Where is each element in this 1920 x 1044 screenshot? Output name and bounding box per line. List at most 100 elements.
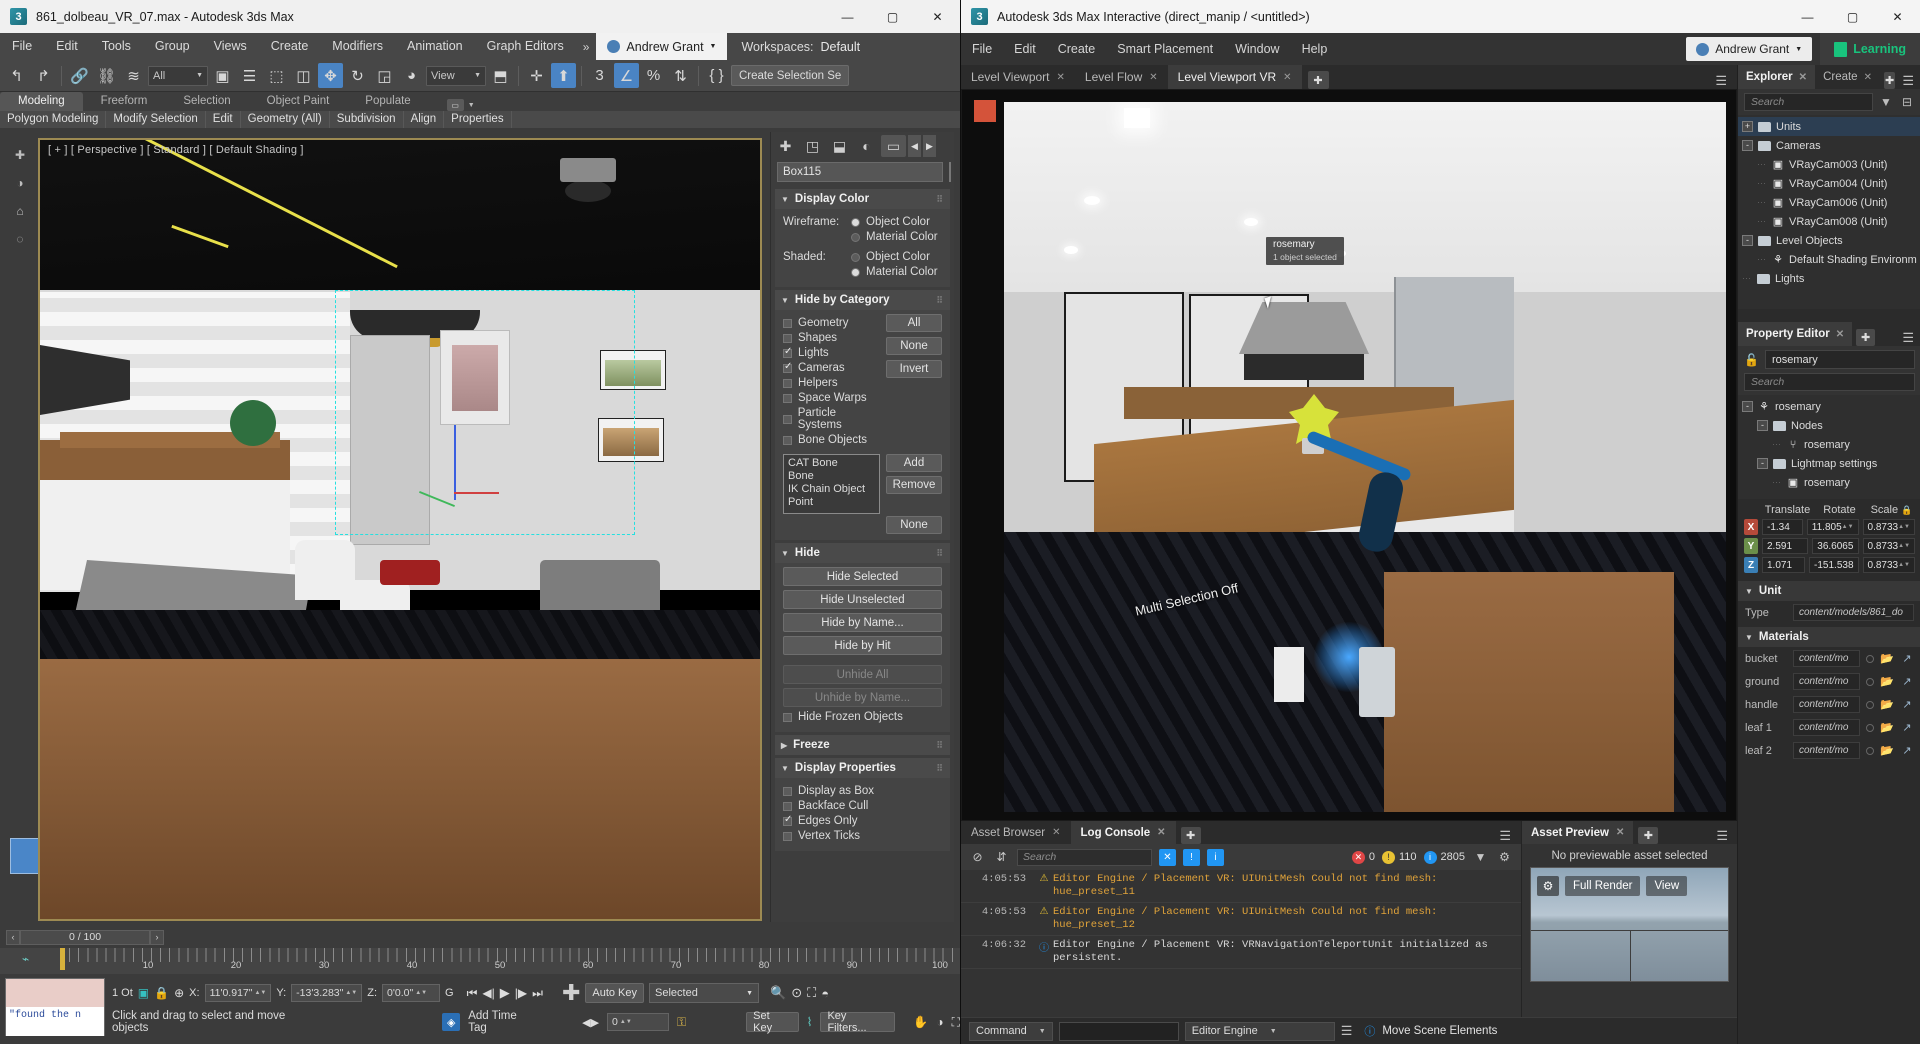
material-path[interactable]: content/mo <box>1793 719 1860 736</box>
external-link-icon[interactable]: ↗ <box>1900 744 1914 757</box>
edit-named-selection-sets-icon[interactable]: { } <box>704 63 729 88</box>
spinner-snap-icon[interactable]: ⇅ <box>668 63 693 88</box>
external-link-icon[interactable]: ↗ <box>1900 675 1914 688</box>
translate-z-field[interactable]: 1.071 <box>1762 557 1806 573</box>
close-icon[interactable]: ✕ <box>1157 827 1165 838</box>
menu-file[interactable]: File <box>0 33 44 60</box>
key-mode-icon[interactable]: ⌁ <box>22 952 29 966</box>
property-editor-menu-icon[interactable]: ☰ <box>1895 330 1920 346</box>
tab-asset-browser[interactable]: Asset Browser ✕ <box>961 821 1071 844</box>
go-to-end-icon[interactable]: ⏭ <box>532 986 543 1001</box>
checkbox-vertex-ticks[interactable] <box>783 831 792 841</box>
select-and-move-icon[interactable]: ✥ <box>318 63 343 88</box>
list-item[interactable]: CAT Bone <box>788 457 875 470</box>
mi-menu-edit[interactable]: Edit <box>1003 33 1047 65</box>
scroll-right-icon[interactable]: ▶ <box>923 135 936 157</box>
checkbox-hide-frozen-objects[interactable] <box>783 712 792 722</box>
filter-icon[interactable]: ▼ <box>1472 849 1489 866</box>
rollout-header-display-properties[interactable]: ▼ Display Properties ⠿ <box>775 758 950 778</box>
zoom-icon[interactable]: 🔍 <box>770 985 786 1001</box>
subtab-subdivision[interactable]: Subdivision <box>330 111 404 128</box>
gear-icon[interactable]: ⚙ <box>1537 876 1559 896</box>
checkbox-display-as-box[interactable] <box>783 786 792 796</box>
close-icon[interactable]: ✕ <box>1057 72 1065 83</box>
frame-next-button[interactable]: › <box>150 929 164 945</box>
hide-by-hit-button[interactable]: Hide by Hit <box>783 636 942 655</box>
checkbox-lights[interactable] <box>783 346 792 358</box>
menu-graph-editors[interactable]: Graph Editors <box>475 33 576 60</box>
clear-log-icon[interactable]: ⊘ <box>969 849 986 866</box>
subtab-geometry-all[interactable]: Geometry (All) <box>241 111 330 128</box>
maximize-viewport-icon[interactable]: ⛶ <box>952 1015 960 1030</box>
ribbon-tab-populate[interactable]: Populate <box>347 92 428 111</box>
add-keyframe-icon[interactable]: ✚ <box>562 980 580 1006</box>
full-render-button[interactable]: Full Render <box>1565 876 1641 896</box>
subtab-edit[interactable]: Edit <box>206 111 241 128</box>
rectangular-selection-region-icon[interactable]: ⬚ <box>264 63 289 88</box>
filter-warnings-icon[interactable]: ! <box>1183 848 1200 866</box>
scroll-left-icon[interactable]: ◀ <box>908 135 921 157</box>
go-to-start-icon[interactable]: ⏮ <box>467 986 478 1001</box>
tree-node[interactable]: - Level Objects <box>1738 231 1920 250</box>
tree-node[interactable]: ⋯ ▣ VRayCam006 (Unit) <box>1738 193 1920 212</box>
z-coordinate-field[interactable]: 0'0.0" ▲▼ <box>382 984 441 1002</box>
rotate-x-field[interactable]: 11.805 ▲▼ <box>1806 519 1859 535</box>
menu-create[interactable]: Create <box>259 33 321 60</box>
mi-user-account-button[interactable]: Andrew Grant ▼ <box>1686 37 1813 61</box>
subtab-align[interactable]: Align <box>404 111 445 128</box>
close-icon[interactable]: ✕ <box>1864 72 1872 83</box>
material-path[interactable]: content/mo <box>1793 742 1860 759</box>
hierarchy-tab-icon[interactable]: ⬓ <box>827 135 852 157</box>
command-input[interactable] <box>1058 1021 1179 1041</box>
menu-animation[interactable]: Animation <box>395 33 475 60</box>
wireframe-material-color-radio[interactable] <box>851 232 860 242</box>
tree-expander[interactable]: - <box>1742 235 1753 246</box>
key-filters-button[interactable]: Key Filters... <box>820 1010 896 1034</box>
percent-snap-icon[interactable]: % <box>641 63 666 88</box>
select-by-name-icon[interactable]: ☰ <box>237 63 262 88</box>
spinner-icon[interactable]: ▲▼ <box>1898 524 1910 530</box>
rotate-z-field[interactable]: -151.538 <box>1809 557 1859 573</box>
close-icon[interactable]: ✕ <box>1283 72 1291 83</box>
tab-level-viewport[interactable]: Level Viewport ✕ <box>961 65 1075 89</box>
dock-splitter[interactable] <box>1738 309 1920 322</box>
add-panel-icon[interactable]: ✚ <box>1638 827 1659 844</box>
log-panel-menu-icon[interactable]: ☰ <box>1489 828 1521 844</box>
material-path[interactable]: content/mo <box>1793 650 1860 667</box>
mi-menu-smart-placement[interactable]: Smart Placement <box>1106 33 1224 65</box>
timeline-ruler[interactable]: ⌁ 10 20 30 40 50 60 70 80 90 100 <box>0 948 960 974</box>
close-icon[interactable]: ✕ <box>1799 72 1807 83</box>
frame-prev-button[interactable]: ‹ <box>6 929 20 945</box>
tab-log-console[interactable]: Log Console ✕ <box>1070 821 1176 844</box>
orbit-icon[interactable]: ◑ <box>936 1015 943 1029</box>
tab-create[interactable]: Create ✕ <box>1815 65 1880 89</box>
asset-preview-menu-icon[interactable]: ☰ <box>1707 828 1737 844</box>
tree-expander[interactable]: + <box>1742 121 1753 132</box>
motion-panel-icon[interactable]: ◌ <box>9 228 31 250</box>
pan-view-icon[interactable]: ✋ <box>913 1015 928 1029</box>
tree-node[interactable]: ⋯ ⚘ Default Shading Environm <box>1738 250 1920 269</box>
wireframe-object-color-radio[interactable] <box>851 217 860 227</box>
scale-z-field[interactable]: 0.8733 ▲▼ <box>1862 557 1915 573</box>
selection-filter-combo[interactable]: All ▼ <box>148 65 208 86</box>
list-item[interactable]: Bone <box>788 470 875 483</box>
close-button[interactable]: ✕ <box>1875 0 1920 33</box>
explorer-search-input[interactable]: Search <box>1744 93 1873 111</box>
close-icon[interactable]: ✕ <box>1149 72 1157 83</box>
folder-open-icon[interactable]: 📂 <box>1880 652 1894 665</box>
create-tab-icon[interactable]: ✚ <box>773 135 798 157</box>
tree-node[interactable]: - Lightmap settings <box>1738 454 1920 473</box>
subtab-polygon-modeling[interactable]: Polygon Modeling <box>0 111 107 128</box>
checkbox-bone-objects[interactable] <box>783 435 792 445</box>
select-and-scale-icon[interactable]: ◲ <box>372 63 397 88</box>
all-button[interactable]: All <box>886 314 942 332</box>
subtab-modify-selection[interactable]: Modify Selection <box>106 111 206 128</box>
zoom-extents-icon[interactable]: ⛶ <box>807 985 816 1001</box>
tree-node[interactable]: - ⚘ rosemary <box>1738 397 1920 416</box>
hide-by-name-button[interactable]: Hide by Name... <box>783 613 942 632</box>
explorer-menu-icon[interactable]: ☰ <box>1895 73 1920 89</box>
viewport-menu-icon[interactable]: ☰ <box>1705 73 1737 89</box>
log-search-input[interactable]: Search <box>1017 848 1152 866</box>
folder-open-icon[interactable]: 📂 <box>1880 675 1894 688</box>
close-icon[interactable]: ✕ <box>1836 329 1844 340</box>
